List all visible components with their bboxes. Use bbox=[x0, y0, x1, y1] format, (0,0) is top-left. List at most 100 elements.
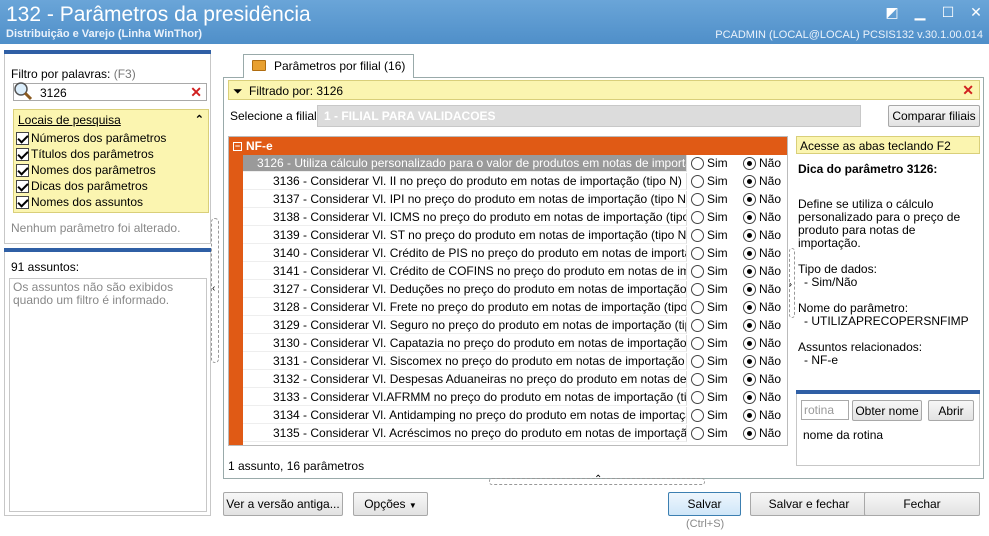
option-nao[interactable]: Não bbox=[743, 426, 781, 440]
compare-filiais-button[interactable]: Comparar filiais bbox=[888, 105, 980, 127]
option-sim[interactable]: Sim bbox=[691, 246, 728, 260]
radio-icon[interactable] bbox=[691, 354, 704, 368]
checkbox-icon[interactable] bbox=[16, 163, 29, 177]
subjects-list[interactable]: Os assuntos não são exibidos quando um f… bbox=[9, 278, 207, 512]
abrir-button[interactable]: Abrir bbox=[928, 400, 974, 421]
parameter-row[interactable]: 3136 - Considerar Vl. II no preço do pro… bbox=[243, 173, 787, 191]
radio-selected-icon[interactable] bbox=[743, 192, 756, 206]
radio-selected-icon[interactable] bbox=[743, 156, 756, 170]
radio-selected-icon[interactable] bbox=[743, 174, 756, 188]
parameter-row[interactable]: 3131 - Considerar Vl. Siscomex no preço … bbox=[243, 353, 787, 371]
bottom-splitter[interactable]: ⌃ bbox=[489, 474, 705, 485]
close-icon[interactable]: ✕ bbox=[969, 4, 983, 21]
checkbox-icon[interactable] bbox=[16, 147, 29, 161]
option-nao[interactable]: Não bbox=[743, 228, 781, 242]
option-nao[interactable]: Não bbox=[743, 354, 781, 368]
obter-nome-button[interactable]: Obter nome bbox=[852, 400, 922, 421]
radio-icon[interactable] bbox=[691, 372, 704, 386]
parameter-row[interactable]: 3140 - Considerar Vl. Crédito de PIS no … bbox=[243, 245, 787, 263]
radio-icon[interactable] bbox=[691, 264, 704, 278]
option-nao[interactable]: Não bbox=[743, 282, 781, 296]
parameter-row[interactable]: 3141 - Considerar Vl. Crédito de COFINS … bbox=[243, 263, 787, 281]
tab-parametros-por-filial[interactable]: Parâmetros por filial (16) bbox=[243, 54, 415, 78]
clear-search-icon[interactable]: ✕ bbox=[190, 84, 202, 101]
radio-icon[interactable] bbox=[691, 156, 704, 170]
checkbox-titulos[interactable]: Títulos dos parâmetros bbox=[16, 146, 166, 162]
parameter-row[interactable]: 3129 - Considerar Vl. Seguro no preço do… bbox=[243, 317, 787, 335]
radio-icon[interactable] bbox=[691, 426, 704, 440]
parameter-row[interactable]: 3134 - Considerar Vl. Antidamping no pre… bbox=[243, 407, 787, 425]
tip-splitter[interactable]: › bbox=[789, 248, 795, 318]
option-sim[interactable]: Sim bbox=[691, 228, 728, 242]
radio-selected-icon[interactable] bbox=[743, 318, 756, 332]
checkbox-assuntos[interactable]: Nomes dos assuntos bbox=[16, 194, 166, 210]
radio-icon[interactable] bbox=[691, 210, 704, 224]
option-nao[interactable]: Não bbox=[743, 264, 781, 278]
option-nao[interactable]: Não bbox=[743, 210, 781, 224]
option-sim[interactable]: Sim bbox=[691, 354, 728, 368]
radio-selected-icon[interactable] bbox=[743, 408, 756, 422]
search-input[interactable]: 3126 ✕ bbox=[13, 82, 207, 101]
option-sim[interactable]: Sim bbox=[691, 174, 728, 188]
restore-icon[interactable]: ◩ bbox=[885, 4, 899, 21]
chevron-left-icon[interactable]: ‹ bbox=[212, 283, 215, 294]
collapse-group-icon[interactable]: − bbox=[233, 142, 242, 151]
chevron-right-icon[interactable]: › bbox=[789, 279, 792, 289]
checkbox-icon[interactable] bbox=[16, 179, 29, 193]
checkbox-numeros[interactable]: Números dos parâmetros bbox=[16, 130, 166, 146]
parameter-row[interactable]: 3128 - Considerar Vl. Frete no preço do … bbox=[243, 299, 787, 317]
radio-icon[interactable] bbox=[691, 390, 704, 404]
option-sim[interactable]: Sim bbox=[691, 264, 728, 278]
parameter-row[interactable]: 3126 - Utiliza cálculo personalizado par… bbox=[243, 155, 787, 173]
option-nao[interactable]: Não bbox=[743, 390, 781, 404]
radio-icon[interactable] bbox=[691, 228, 704, 242]
radio-icon[interactable] bbox=[691, 192, 704, 206]
option-sim[interactable]: Sim bbox=[691, 408, 728, 422]
fechar-button[interactable]: Fechar bbox=[864, 492, 980, 516]
radio-selected-icon[interactable] bbox=[743, 228, 756, 242]
option-nao[interactable]: Não bbox=[743, 408, 781, 422]
parameter-row[interactable]: 3135 - Considerar Vl. Acréscimos no preç… bbox=[243, 425, 787, 443]
minimize-icon[interactable]: ▁ bbox=[913, 4, 927, 21]
option-nao[interactable]: Não bbox=[743, 174, 781, 188]
option-nao[interactable]: Não bbox=[743, 192, 781, 206]
radio-selected-icon[interactable] bbox=[743, 354, 756, 368]
option-sim[interactable]: Sim bbox=[691, 318, 728, 332]
opcoes-button[interactable]: Opções ▼ bbox=[353, 492, 428, 516]
option-sim[interactable]: Sim bbox=[691, 282, 728, 296]
option-nao[interactable]: Não bbox=[743, 156, 781, 170]
radio-selected-icon[interactable] bbox=[743, 390, 756, 404]
parameter-row[interactable]: 3137 - Considerar Vl. IPI no preço do pr… bbox=[243, 191, 787, 209]
option-sim[interactable]: Sim bbox=[691, 156, 728, 170]
clear-filter-icon[interactable]: ✕ bbox=[962, 82, 974, 99]
radio-icon[interactable] bbox=[691, 246, 704, 260]
chevron-up-icon[interactable]: ⌃ bbox=[594, 474, 602, 485]
radio-icon[interactable] bbox=[691, 336, 704, 350]
radio-icon[interactable] bbox=[691, 282, 704, 296]
ver-versao-antiga-button[interactable]: Ver a versão antiga... bbox=[223, 492, 343, 516]
salvar-button[interactable]: Salvar bbox=[668, 492, 741, 516]
option-nao[interactable]: Não bbox=[743, 300, 781, 314]
radio-selected-icon[interactable] bbox=[743, 282, 756, 296]
parameter-row[interactable]: 3139 - Considerar Vl. ST no preço do pro… bbox=[243, 227, 787, 245]
collapse-icon[interactable]: ⌃ bbox=[195, 113, 204, 126]
option-sim[interactable]: Sim bbox=[691, 192, 728, 206]
option-sim[interactable]: Sim bbox=[691, 372, 728, 386]
radio-selected-icon[interactable] bbox=[743, 246, 756, 260]
radio-selected-icon[interactable] bbox=[743, 300, 756, 314]
maximize-icon[interactable]: ☐ bbox=[941, 4, 955, 21]
radio-icon[interactable] bbox=[691, 174, 704, 188]
parameter-row[interactable]: 3133 - Considerar Vl.AFRMM no preço do p… bbox=[243, 389, 787, 407]
option-nao[interactable]: Não bbox=[743, 318, 781, 332]
parameter-row[interactable]: 3130 - Considerar Vl. Capatazia no preço… bbox=[243, 335, 787, 353]
radio-selected-icon[interactable] bbox=[743, 372, 756, 386]
radio-selected-icon[interactable] bbox=[743, 264, 756, 278]
parameter-row[interactable]: 3138 - Considerar Vl. ICMS no preço do p… bbox=[243, 209, 787, 227]
radio-selected-icon[interactable] bbox=[743, 426, 756, 440]
parameter-row[interactable]: 3127 - Considerar Vl. Deduções no preço … bbox=[243, 281, 787, 299]
filial-select[interactable]: 1 - FILIAL PARA VALIDACOES bbox=[317, 105, 861, 127]
left-splitter[interactable]: ‹ bbox=[211, 218, 219, 363]
checkbox-icon[interactable] bbox=[16, 195, 29, 209]
radio-selected-icon[interactable] bbox=[743, 336, 756, 350]
rotina-input[interactable]: rotina bbox=[801, 400, 849, 420]
